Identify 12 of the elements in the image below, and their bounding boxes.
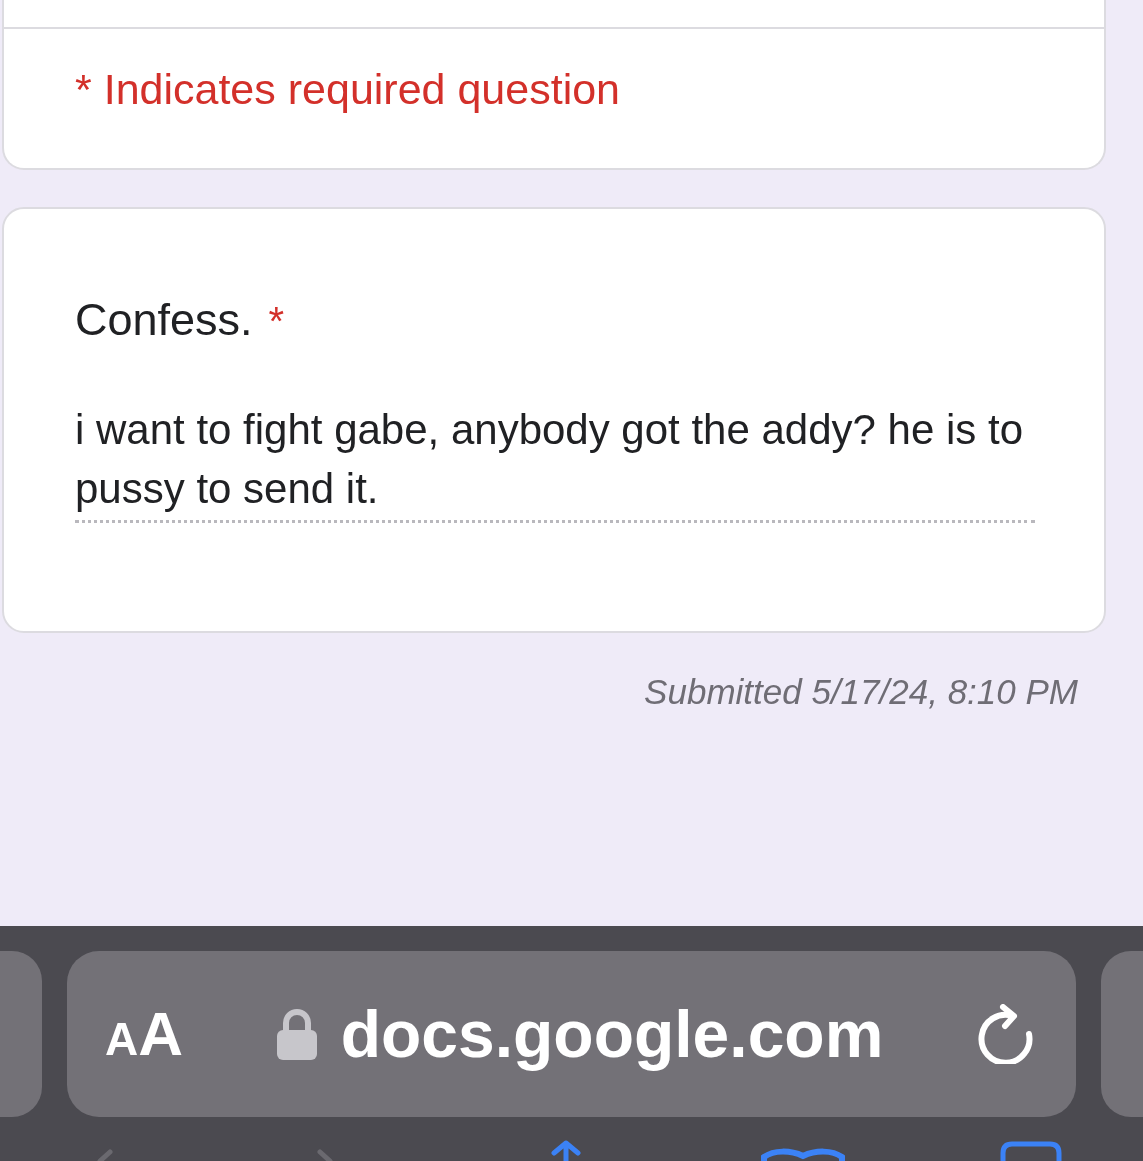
text-size-button[interactable]: AA	[105, 1003, 183, 1065]
reload-icon[interactable]	[977, 1004, 1035, 1064]
address-bar[interactable]: AA docs.google.com	[67, 951, 1076, 1117]
adjacent-address-bar[interactable]	[0, 951, 42, 1117]
required-note: * Indicates required question	[75, 64, 621, 114]
answer-field: i want to fight gabe, anybody got the addy? he is to pussy to send it.	[75, 400, 1035, 523]
lock-icon	[276, 1008, 317, 1060]
question-title: Confess.	[75, 293, 253, 347]
adjacent-address-bar[interactable]	[1101, 951, 1143, 1117]
required-mark: *	[268, 298, 285, 345]
tabs-icon[interactable]	[1000, 1140, 1062, 1161]
submitted-timestamp: Submitted 5/17/24, 8:10 PM	[644, 671, 1078, 713]
